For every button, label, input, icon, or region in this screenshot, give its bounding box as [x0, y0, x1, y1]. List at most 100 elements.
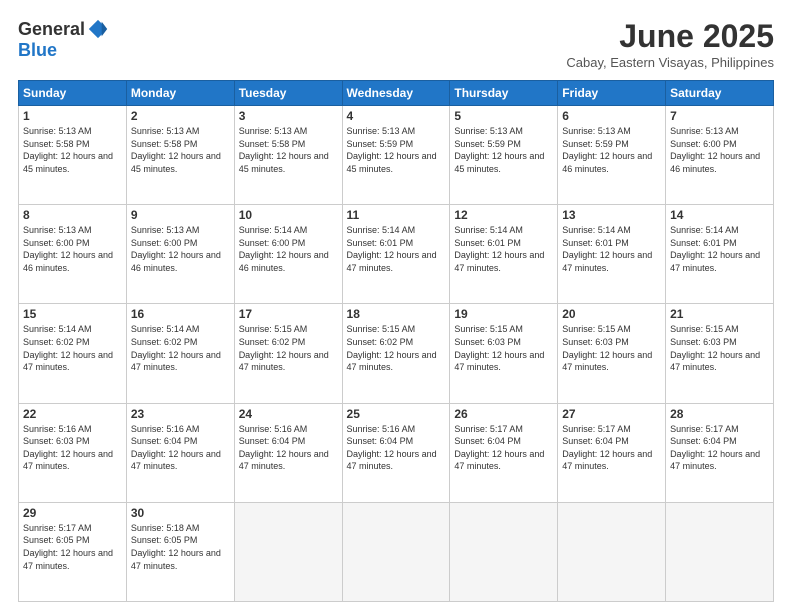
- day-info: Sunrise: 5:13 AMSunset: 5:58 PMDaylight:…: [239, 125, 338, 175]
- calendar-empty-cell: [558, 502, 666, 601]
- day-number: 2: [131, 109, 230, 123]
- day-info: Sunrise: 5:16 AMSunset: 6:04 PMDaylight:…: [131, 423, 230, 473]
- day-number: 23: [131, 407, 230, 421]
- day-number: 8: [23, 208, 122, 222]
- day-info: Sunrise: 5:13 AMSunset: 5:59 PMDaylight:…: [562, 125, 661, 175]
- day-number: 19: [454, 307, 553, 321]
- calendar-empty-cell: [234, 502, 342, 601]
- day-number: 3: [239, 109, 338, 123]
- day-info: Sunrise: 5:18 AMSunset: 6:05 PMDaylight:…: [131, 522, 230, 572]
- day-number: 30: [131, 506, 230, 520]
- day-info: Sunrise: 5:13 AMSunset: 5:58 PMDaylight:…: [131, 125, 230, 175]
- header-right: June 2025 Cabay, Eastern Visayas, Philip…: [566, 18, 774, 70]
- calendar-day-3: 3 Sunrise: 5:13 AMSunset: 5:58 PMDaylight…: [234, 106, 342, 205]
- calendar-day-30: 30 Sunrise: 5:18 AMSunset: 6:05 PMDayligh…: [126, 502, 234, 601]
- col-header-tuesday: Tuesday: [234, 81, 342, 106]
- calendar-week-row: 15 Sunrise: 5:14 AMSunset: 6:02 PMDayligh…: [19, 304, 774, 403]
- logo-icon: [87, 18, 109, 40]
- calendar-day-25: 25Sunrise: 5:16 AMSunset: 6:04 PMDayligh…: [342, 403, 450, 502]
- calendar-empty-cell: [342, 502, 450, 601]
- calendar-day-7: 7Sunrise: 5:13 AMSunset: 6:00 PMDaylight…: [666, 106, 774, 205]
- location: Cabay, Eastern Visayas, Philippines: [566, 55, 774, 70]
- day-number: 12: [454, 208, 553, 222]
- day-info: Sunrise: 5:14 AMSunset: 6:01 PMDaylight:…: [347, 224, 446, 274]
- calendar-day-23: 23 Sunrise: 5:16 AMSunset: 6:04 PMDayligh…: [126, 403, 234, 502]
- col-header-sunday: Sunday: [19, 81, 127, 106]
- day-number: 29: [23, 506, 122, 520]
- day-info: Sunrise: 5:17 AMSunset: 6:04 PMDaylight:…: [562, 423, 661, 473]
- day-number: 6: [562, 109, 661, 123]
- calendar-day-27: 27 Sunrise: 5:17 AMSunset: 6:04 PMDayligh…: [558, 403, 666, 502]
- calendar-day-5: 5 Sunrise: 5:13 AMSunset: 5:59 PMDaylight…: [450, 106, 558, 205]
- day-info: Sunrise: 5:15 AMSunset: 6:03 PMDaylight:…: [454, 323, 553, 373]
- day-info: Sunrise: 5:17 AMSunset: 6:04 PMDaylight:…: [454, 423, 553, 473]
- day-info: Sunrise: 5:16 AMSunset: 6:03 PMDaylight:…: [23, 423, 122, 473]
- month-title: June 2025: [566, 18, 774, 55]
- day-number: 1: [23, 109, 122, 123]
- calendar-day-28: 28 Sunrise: 5:17 AMSunset: 6:04 PMDayligh…: [666, 403, 774, 502]
- logo-blue-text: Blue: [18, 40, 57, 61]
- day-info: Sunrise: 5:16 AMSunset: 6:04 PMDaylight:…: [239, 423, 338, 473]
- day-info: Sunrise: 5:16 AMSunset: 6:04 PMDaylight:…: [347, 423, 446, 473]
- day-number: 21: [670, 307, 769, 321]
- calendar-day-24: 24Sunrise: 5:16 AMSunset: 6:04 PMDayligh…: [234, 403, 342, 502]
- calendar-week-row: 29 Sunrise: 5:17 AMSunset: 6:05 PMDayligh…: [19, 502, 774, 601]
- calendar-day-13: 13Sunrise: 5:14 AMSunset: 6:01 PMDayligh…: [558, 205, 666, 304]
- day-info: Sunrise: 5:17 AMSunset: 6:05 PMDaylight:…: [23, 522, 122, 572]
- day-info: Sunrise: 5:17 AMSunset: 6:04 PMDaylight:…: [670, 423, 769, 473]
- calendar-day-15: 15 Sunrise: 5:14 AMSunset: 6:02 PMDayligh…: [19, 304, 127, 403]
- page: General Blue June 2025 Cabay, Eastern Vi…: [0, 0, 792, 612]
- calendar-empty-cell: [666, 502, 774, 601]
- calendar-day-22: 22 Sunrise: 5:16 AMSunset: 6:03 PMDayligh…: [19, 403, 127, 502]
- calendar-week-row: 8 Sunrise: 5:13 AMSunset: 6:00 PMDaylight…: [19, 205, 774, 304]
- calendar-header-row: SundayMondayTuesdayWednesdayThursdayFrid…: [19, 81, 774, 106]
- day-info: Sunrise: 5:14 AMSunset: 6:01 PMDaylight:…: [454, 224, 553, 274]
- calendar-day-12: 12 Sunrise: 5:14 AMSunset: 6:01 PMDayligh…: [450, 205, 558, 304]
- day-number: 27: [562, 407, 661, 421]
- day-number: 5: [454, 109, 553, 123]
- day-number: 11: [347, 208, 446, 222]
- calendar-day-10: 10 Sunrise: 5:14 AMSunset: 6:00 PMDayligh…: [234, 205, 342, 304]
- calendar-day-16: 16Sunrise: 5:14 AMSunset: 6:02 PMDayligh…: [126, 304, 234, 403]
- calendar-week-row: 1 Sunrise: 5:13 AMSunset: 5:58 PMDaylight…: [19, 106, 774, 205]
- day-number: 26: [454, 407, 553, 421]
- col-header-friday: Friday: [558, 81, 666, 106]
- calendar-day-21: 21Sunrise: 5:15 AMSunset: 6:03 PMDayligh…: [666, 304, 774, 403]
- day-info: Sunrise: 5:13 AMSunset: 5:59 PMDaylight:…: [454, 125, 553, 175]
- calendar-day-2: 2 Sunrise: 5:13 AMSunset: 5:58 PMDaylight…: [126, 106, 234, 205]
- calendar-empty-cell: [450, 502, 558, 601]
- day-number: 17: [239, 307, 338, 321]
- day-info: Sunrise: 5:13 AMSunset: 6:00 PMDaylight:…: [131, 224, 230, 274]
- calendar-day-19: 19 Sunrise: 5:15 AMSunset: 6:03 PMDayligh…: [450, 304, 558, 403]
- calendar-day-6: 6 Sunrise: 5:13 AMSunset: 5:59 PMDaylight…: [558, 106, 666, 205]
- day-info: Sunrise: 5:14 AMSunset: 6:00 PMDaylight:…: [239, 224, 338, 274]
- day-number: 18: [347, 307, 446, 321]
- day-info: Sunrise: 5:13 AMSunset: 5:58 PMDaylight:…: [23, 125, 122, 175]
- day-info: Sunrise: 5:14 AMSunset: 6:01 PMDaylight:…: [670, 224, 769, 274]
- col-header-monday: Monday: [126, 81, 234, 106]
- day-info: Sunrise: 5:13 AMSunset: 5:59 PMDaylight:…: [347, 125, 446, 175]
- day-info: Sunrise: 5:14 AMSunset: 6:02 PMDaylight:…: [23, 323, 122, 373]
- day-number: 16: [131, 307, 230, 321]
- calendar-day-1: 1 Sunrise: 5:13 AMSunset: 5:58 PMDaylight…: [19, 106, 127, 205]
- day-number: 10: [239, 208, 338, 222]
- calendar-day-9: 9Sunrise: 5:13 AMSunset: 6:00 PMDaylight…: [126, 205, 234, 304]
- calendar-day-17: 17Sunrise: 5:15 AMSunset: 6:02 PMDayligh…: [234, 304, 342, 403]
- calendar-day-14: 14 Sunrise: 5:14 AMSunset: 6:01 PMDayligh…: [666, 205, 774, 304]
- day-number: 13: [562, 208, 661, 222]
- day-number: 14: [670, 208, 769, 222]
- col-header-thursday: Thursday: [450, 81, 558, 106]
- day-number: 15: [23, 307, 122, 321]
- col-header-wednesday: Wednesday: [342, 81, 450, 106]
- calendar-day-26: 26 Sunrise: 5:17 AMSunset: 6:04 PMDayligh…: [450, 403, 558, 502]
- day-number: 28: [670, 407, 769, 421]
- calendar-day-20: 20Sunrise: 5:15 AMSunset: 6:03 PMDayligh…: [558, 304, 666, 403]
- day-number: 20: [562, 307, 661, 321]
- header: General Blue June 2025 Cabay, Eastern Vi…: [18, 18, 774, 70]
- calendar-day-8: 8 Sunrise: 5:13 AMSunset: 6:00 PMDaylight…: [19, 205, 127, 304]
- day-number: 7: [670, 109, 769, 123]
- day-info: Sunrise: 5:13 AMSunset: 6:00 PMDaylight:…: [23, 224, 122, 274]
- col-header-saturday: Saturday: [666, 81, 774, 106]
- calendar-day-29: 29 Sunrise: 5:17 AMSunset: 6:05 PMDayligh…: [19, 502, 127, 601]
- day-number: 22: [23, 407, 122, 421]
